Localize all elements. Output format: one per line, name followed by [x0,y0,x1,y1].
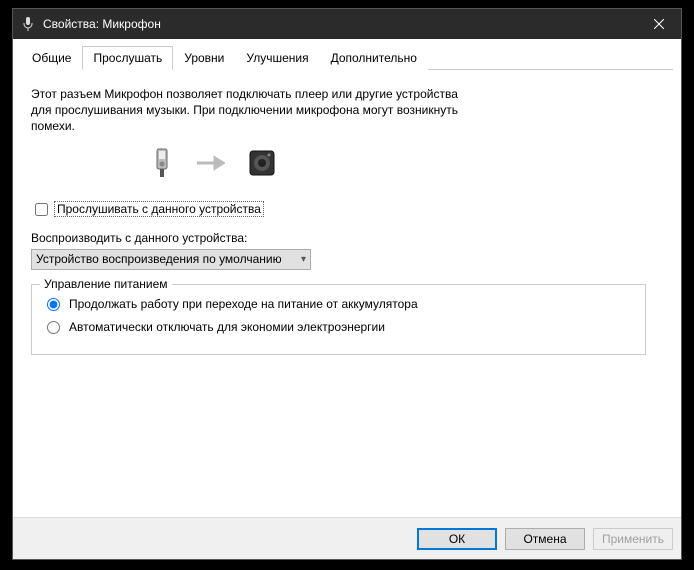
speaker-icon [249,150,275,179]
power-management-group: Управление питанием Продолжать работу пр… [31,284,646,355]
playback-device-value: Устройство воспроизведения по умолчанию [36,252,282,266]
description-text: Этот разъем Микрофон позволяет подключат… [31,86,461,135]
chevron-down-icon: ▾ [301,254,306,265]
properties-dialog: Свойства: Микрофон Общие Прослушать Уров… [12,8,682,560]
window-title: Свойства: Микрофон [43,17,636,31]
power-auto-off-row[interactable]: Автоматически отключать для экономии эле… [42,320,635,336]
listen-checkbox[interactable] [35,203,48,216]
cancel-button[interactable]: Отмена [505,528,585,550]
tab-strip: Общие Прослушать Уровни Улучшения Дополн… [21,45,673,70]
tab-general[interactable]: Общие [21,46,82,70]
mp3-player-icon [151,147,173,182]
tab-listen[interactable]: Прослушать [82,46,173,70]
playback-device-select[interactable]: Устройство воспроизведения по умолчанию … [31,249,311,270]
listen-checkbox-label: Прослушивать с данного устройства [55,202,263,216]
apply-button: Применить [593,528,673,550]
content-area: Общие Прослушать Уровни Улучшения Дополн… [13,39,681,517]
tab-enhancements[interactable]: Улучшения [235,46,319,70]
microphone-icon [21,17,35,31]
tab-levels[interactable]: Уровни [173,46,235,70]
close-button[interactable] [636,9,681,39]
dialog-footer: ОК Отмена Применить [13,517,681,559]
titlebar: Свойства: Микрофон [13,9,681,39]
tab-advanced[interactable]: Дополнительно [320,46,428,70]
playback-device-label: Воспроизводить с данного устройства: [31,231,663,245]
listen-checkbox-row[interactable]: Прослушивать с данного устройства [31,200,663,219]
power-auto-off-radio[interactable] [47,321,60,334]
close-icon [654,19,664,29]
power-management-legend: Управление питанием [40,277,172,291]
arrow-right-icon [197,155,225,174]
power-continue-row[interactable]: Продолжать работу при переходе на питани… [42,297,635,313]
power-auto-off-label: Автоматически отключать для экономии эле… [69,320,385,336]
tab-panel-listen: Этот разъем Микрофон позволяет подключат… [21,70,673,517]
power-continue-label: Продолжать работу при переходе на питани… [69,297,418,313]
ok-button[interactable]: ОК [417,528,497,550]
power-continue-radio[interactable] [47,298,60,311]
illustration-row [151,147,663,182]
